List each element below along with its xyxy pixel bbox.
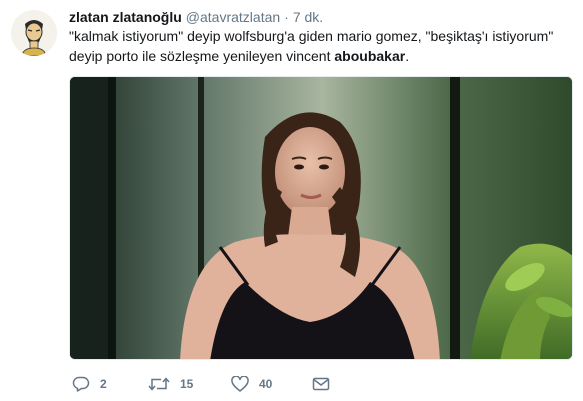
retweet-count: 15	[180, 377, 194, 391]
display-name[interactable]: zlatan zlatanoğlu	[69, 9, 182, 25]
tweet-media-photo[interactable]	[69, 76, 573, 360]
tweet: zlatan zlatanoğlu @atavratzlatan · 7 dk. "k…	[0, 0, 583, 401]
heart-icon	[231, 376, 249, 392]
like-button[interactable]: 40	[231, 374, 272, 394]
retweet-button[interactable]: 15	[148, 374, 193, 394]
tweet-text-bold: aboubakar	[334, 48, 406, 64]
tweet-text: "kalmak istiyorum" deyip wolfsburg'a gid…	[69, 26, 569, 66]
reply-count: 2	[100, 377, 107, 391]
separator-dot: ·	[284, 9, 289, 25]
like-count: 40	[259, 377, 273, 391]
tweet-text-end: .	[405, 48, 410, 64]
retweet-icon	[148, 377, 170, 391]
tweet-header: zlatan zlatanoğlu @atavratzlatan · 7 dk.	[69, 8, 323, 26]
avatar-image	[11, 10, 57, 56]
tweet-actions: 2 15 40	[72, 374, 372, 394]
timestamp[interactable]: 7 dk.	[293, 9, 323, 25]
tweet-text-body: "kalmak istiyorum" deyip wolfsburg'a gid…	[69, 28, 554, 64]
avatar[interactable]	[11, 10, 57, 56]
envelope-icon	[312, 377, 330, 391]
user-handle[interactable]: @atavratzlatan	[186, 9, 280, 25]
reply-icon	[72, 376, 90, 392]
direct-message-button[interactable]	[312, 374, 330, 394]
reply-button[interactable]: 2	[72, 374, 107, 394]
photo-image	[70, 77, 572, 359]
